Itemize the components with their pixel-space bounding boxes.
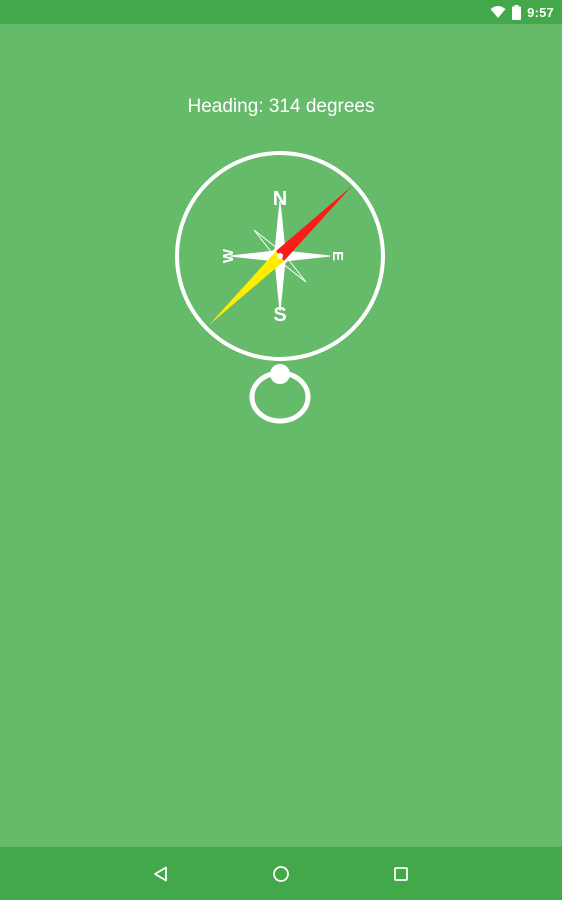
wifi-icon: [490, 5, 506, 19]
cardinal-south-label: S: [273, 304, 286, 326]
needle-pivot: [277, 253, 283, 259]
status-bar: 9:57: [0, 0, 562, 24]
compass-dial: N S E W: [175, 151, 385, 424]
cardinal-north-label: N: [273, 188, 287, 210]
battery-icon: [512, 4, 522, 20]
compass-screen: Heading: 314 degrees N S E W: [0, 24, 562, 847]
cardinal-west-label: W: [220, 248, 237, 263]
home-icon: [273, 865, 289, 882]
cardinal-east-label: E: [329, 251, 346, 261]
navigation-bar: [0, 847, 562, 900]
recents-button[interactable]: [381, 854, 421, 894]
compass-needle-north: [276, 186, 352, 261]
back-button[interactable]: [141, 854, 181, 894]
home-button[interactable]: [261, 854, 301, 894]
back-icon: [154, 866, 167, 881]
status-time: 9:57: [527, 4, 554, 20]
recents-icon: [394, 866, 408, 881]
heading-label: Heading: 314 degrees: [187, 96, 375, 117]
